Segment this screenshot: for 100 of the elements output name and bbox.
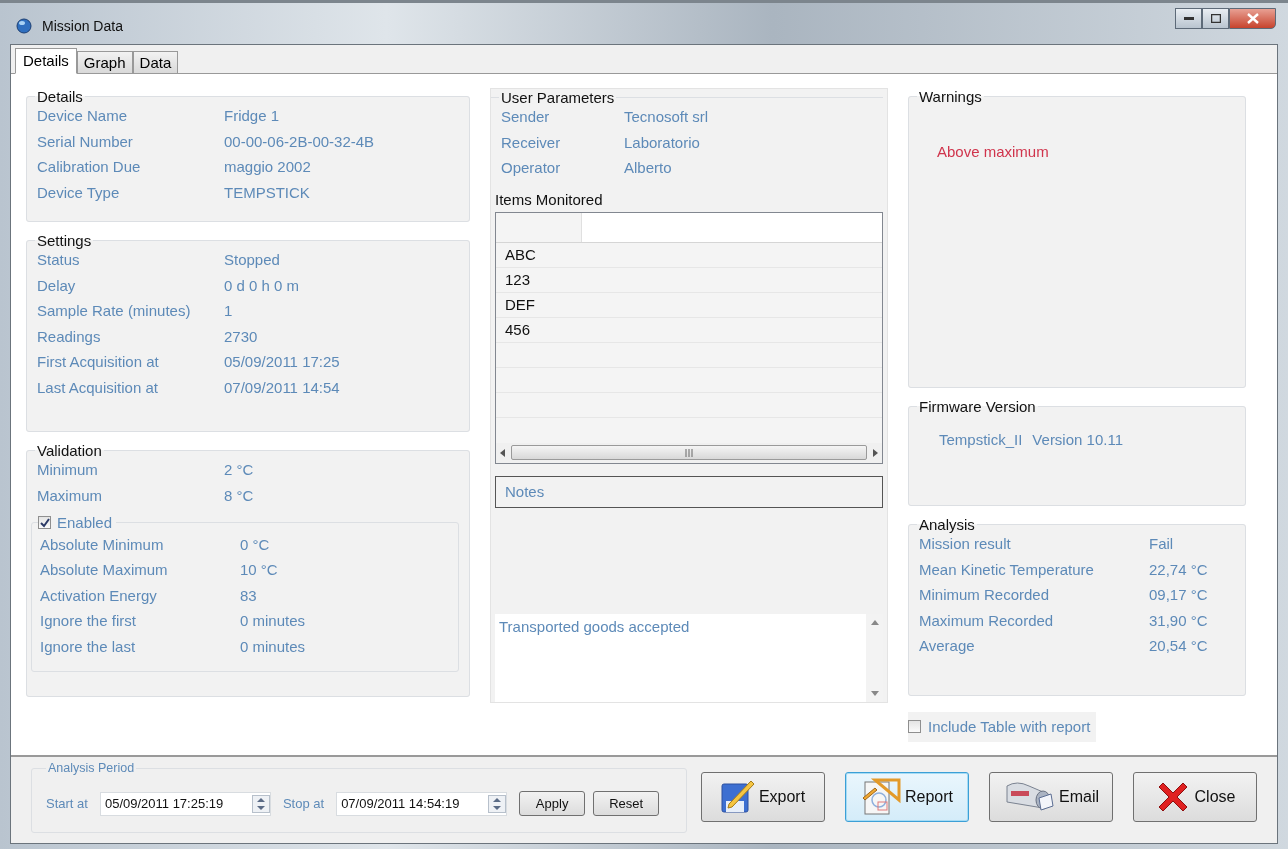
spinner-icon[interactable] [251,794,270,813]
notes-field[interactable]: Transported goods accepted [495,614,883,702]
checkbox[interactable] [908,720,921,734]
horizontal-scrollbar[interactable] [496,442,882,463]
field-label: Sample Rate (minutes) [37,301,192,321]
action-button[interactable]: Close [1133,772,1257,822]
field-value: Stopped [224,250,281,270]
action-button[interactable]: Report [845,772,969,822]
list-row[interactable]: 456 [496,317,882,343]
field-value: Tecnosoft srl [624,107,710,127]
firmware-version: Version 10.11 [1032,430,1123,450]
floppy-pencil-icon [720,779,755,815]
field-value: 07/09/2011 14:54 [224,377,341,398]
field-label: Calibration Due [37,157,142,177]
field-value: Fridge 1 [224,106,281,126]
group-title: Details [36,88,84,105]
tab[interactable]: Data [132,51,179,73]
window-title: Mission Data [42,18,124,34]
date-field[interactable]: 07/09/2011 14:54:19 [336,791,508,816]
spinner-icon[interactable] [488,794,507,813]
field-value: 8 °C [224,485,255,506]
maximize-icon [1210,14,1221,23]
field-value: 09,17 °C [1149,585,1209,605]
list-row[interactable]: ABC [496,242,882,268]
mailbox-icon [1003,780,1055,814]
field-label: Readings [37,326,102,347]
items-list[interactable]: ABC 123 DEF 456 [495,211,883,464]
field-value: 0 °C [240,534,271,555]
group-title: Analysis [918,516,976,533]
minimize-button[interactable] [1175,8,1202,29]
field-label: Activation Energy [40,585,158,606]
group-title: User Parameters [500,89,616,106]
date-value: 05/09/2011 17:25:19 [104,796,224,811]
tab[interactable]: Details [15,48,77,74]
field-value: 31,90 °C [1149,610,1209,631]
field-value: 0 minutes [240,611,307,631]
field-value: 10 °C [240,560,279,580]
action-button[interactable]: Email [989,772,1113,822]
field-label: Device Name [37,106,129,126]
field-label: Sender [501,107,551,127]
field-value: TEMPSTICK [224,182,311,203]
grip-icon [685,448,693,457]
field-value: 2 °C [224,460,255,480]
field-label: Operator [501,158,562,178]
group-title: Validation [36,442,103,459]
field-value: 83 [240,585,258,606]
field-label: Serial Number [37,131,134,152]
date-field[interactable]: 05/09/2011 17:25:19 [99,791,271,816]
group-title: Firmware Version [918,398,1037,415]
checkbox[interactable] [38,516,51,530]
field-label: Status [37,250,81,270]
field-value: 00-00-06-2B-00-32-4B [224,131,376,152]
field-label: Ignore the first [40,611,137,631]
tab[interactable]: Graph [76,51,133,73]
down-arrow-icon[interactable] [870,691,879,696]
group-title: Analysis Period [47,761,136,775]
field-label: Stop at [282,796,325,811]
field-label: Delay [37,275,77,296]
field-label: Start at [46,796,88,811]
field-label: Ignore the last [40,636,137,657]
left-arrow-icon[interactable] [500,448,505,457]
field-label: Receiver [501,132,562,153]
field-value: Alberto [624,158,673,178]
field-label: Minimum Recorded [919,585,1051,605]
close-icon [1246,13,1259,24]
field-label: Minimum [37,460,99,480]
close-button[interactable] [1229,8,1276,29]
field-value: 0 minutes [240,636,307,657]
field-label: Maximum [37,485,103,506]
period-button[interactable]: Reset [593,791,660,816]
minimize-icon [1183,16,1194,21]
field-value: Laboratorio [624,132,701,153]
list-row[interactable]: DEF [496,292,882,318]
field-value: 22,74 °C [1149,559,1209,580]
field-value: 05/09/2011 17:25 [224,352,341,372]
warning-text: Above maximum [937,143,1050,160]
field-value: Fail [1149,534,1175,554]
period-button[interactable]: Apply [519,791,586,816]
field-label: Mean Kinetic Temperature [919,559,1095,580]
field-label: Average [919,636,976,656]
right-arrow-icon[interactable] [873,448,878,457]
notes-title: Notes [505,482,545,502]
up-arrow-icon[interactable] [870,620,879,625]
globe-icon [16,18,32,34]
field-value: 2730 [224,326,259,347]
field-label: Mission result [919,534,1012,554]
field-label: Absolute Maximum [40,560,169,580]
date-value: 07/09/2011 14:54:19 [341,796,460,811]
field-value: 20,54 °C [1149,636,1209,656]
field-value: 1 [224,301,234,321]
field-label: First Acquisition at [37,352,160,372]
maximize-button[interactable] [1202,8,1229,29]
field-value: maggio 2002 [224,157,312,177]
list-row[interactable]: 123 [496,267,882,293]
action-button[interactable]: Export [701,772,825,822]
field-label: Last Acquisition at [37,377,159,398]
group-title: Warnings [918,88,983,105]
group-title: Settings [36,232,93,249]
field-label: Absolute Minimum [40,534,165,555]
field-label: Device Type [37,182,121,203]
